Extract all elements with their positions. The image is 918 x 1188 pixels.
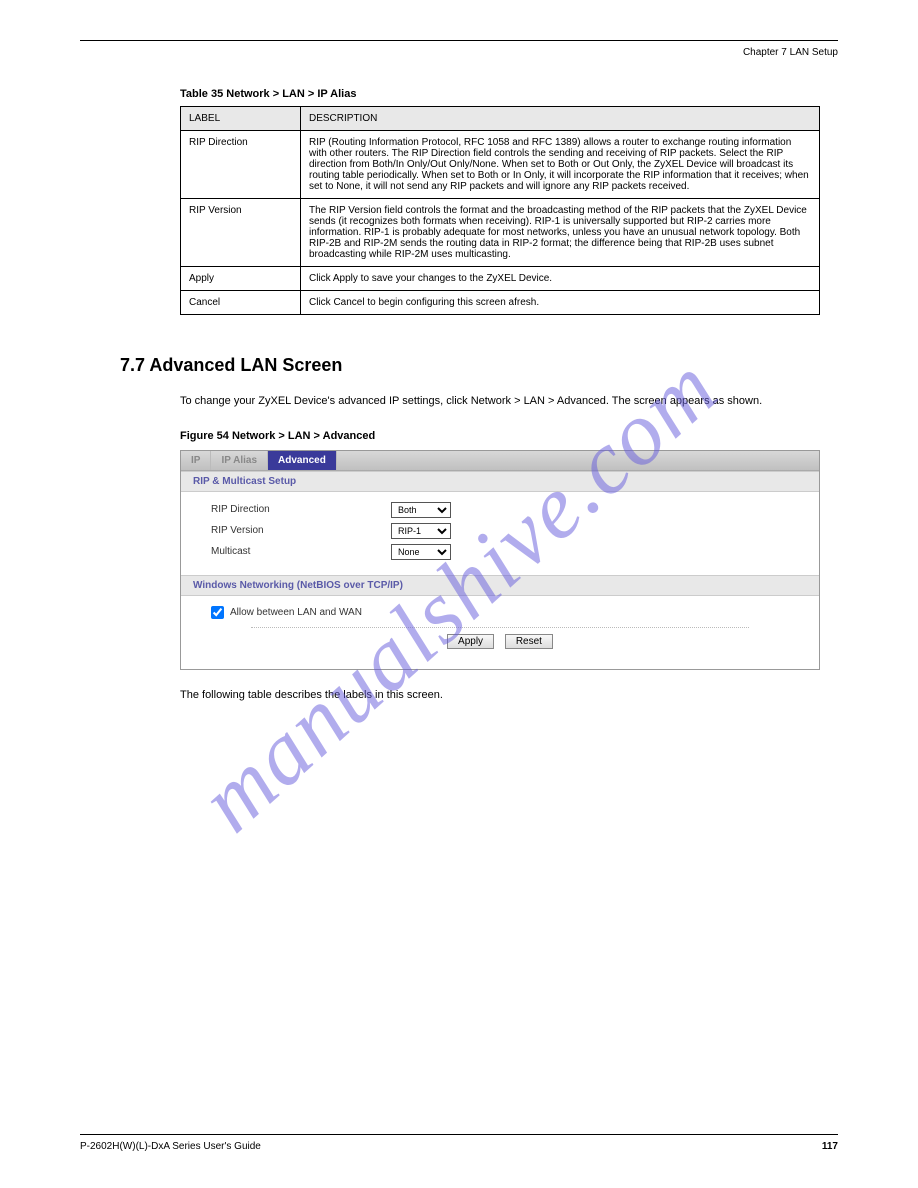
footer-left: P-2602H(W)(L)-DxA Series User's Guide [80, 1141, 261, 1152]
figure-caption: Figure 54 Network > LAN > Advanced [180, 430, 838, 442]
select-rip-direction[interactable]: Both [391, 502, 451, 518]
table-row: RIP Direction RIP (Routing Information P… [181, 131, 820, 199]
panel-body-netbios: Allow between LAN and WAN Apply Reset [181, 596, 819, 669]
select-rip-version[interactable]: RIP-1 [391, 523, 451, 539]
section-windows-networking: Windows Networking (NetBIOS over TCP/IP) [181, 575, 819, 596]
table-row: Apply Click Apply to save your changes t… [181, 267, 820, 291]
tab-advanced[interactable]: Advanced [268, 451, 337, 470]
table-row: RIP Version The RIP Version field contro… [181, 199, 820, 267]
advanced-lan-figure: IP IP Alias Advanced RIP & Multicast Set… [180, 450, 820, 670]
footer-right: 117 [822, 1141, 838, 1152]
page-header: Chapter 7 LAN Setup [80, 47, 838, 58]
tab-ip[interactable]: IP [181, 451, 211, 470]
field-label-rip-version: RIP Version [211, 525, 391, 536]
body-paragraph: To change your ZyXEL Device's advanced I… [180, 394, 820, 410]
cell-desc: The RIP Version field controls the forma… [301, 199, 820, 267]
button-row: Apply Reset [251, 627, 749, 659]
header-rule [80, 40, 838, 41]
checkbox-allow-lan-wan[interactable] [211, 606, 224, 619]
select-multicast[interactable]: None [391, 544, 451, 560]
page-footer: P-2602H(W)(L)-DxA Series User's Guide 11… [80, 1134, 838, 1152]
checkbox-row-allow-lan-wan[interactable]: Allow between LAN and WAN [211, 606, 789, 619]
table-caption: Table 35 Network > LAN > IP Alias [180, 88, 838, 100]
section-rip-multicast: RIP & Multicast Setup [181, 471, 819, 492]
body-paragraph-2: The following table describes the labels… [180, 688, 820, 704]
cell-label: Apply [181, 267, 301, 291]
cell-label: RIP Direction [181, 131, 301, 199]
field-label-multicast: Multicast [211, 546, 391, 557]
section-heading: 7.7 Advanced LAN Screen [120, 355, 838, 376]
tab-bar: IP IP Alias Advanced [181, 451, 819, 471]
cell-desc: Click Cancel to begin configuring this s… [301, 291, 820, 315]
table-row: Cancel Click Cancel to begin configuring… [181, 291, 820, 315]
tab-ip-alias[interactable]: IP Alias [211, 451, 268, 470]
field-label-rip-direction: RIP Direction [211, 504, 391, 515]
cell-label: Cancel [181, 291, 301, 315]
panel-body-rip: RIP Direction Both RIP Version RIP-1 Mul… [181, 492, 819, 575]
field-row: Multicast None [211, 544, 789, 560]
table-header-description: DESCRIPTION [301, 107, 820, 131]
cell-label: RIP Version [181, 199, 301, 267]
table-header-label: LABEL [181, 107, 301, 131]
field-row: RIP Version RIP-1 [211, 523, 789, 539]
reset-button[interactable]: Reset [505, 634, 553, 649]
cell-desc: RIP (Routing Information Protocol, RFC 1… [301, 131, 820, 199]
field-row: RIP Direction Both [211, 502, 789, 518]
cell-desc: Click Apply to save your changes to the … [301, 267, 820, 291]
label-description-table: LABEL DESCRIPTION RIP Direction RIP (Rou… [180, 106, 820, 315]
apply-button[interactable]: Apply [447, 634, 494, 649]
checkbox-label: Allow between LAN and WAN [230, 607, 362, 618]
